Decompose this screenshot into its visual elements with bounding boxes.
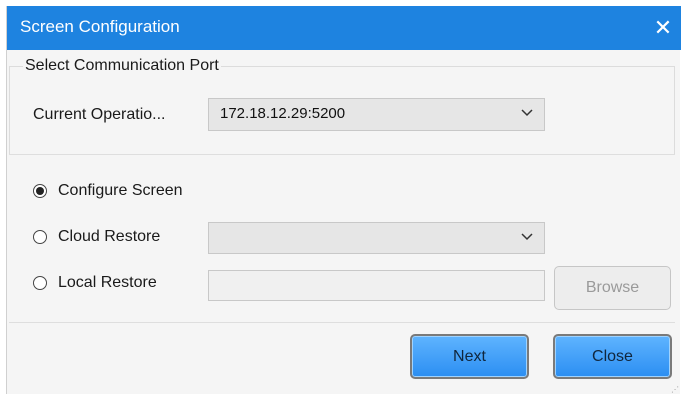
cloud-restore-label: Cloud Restore	[58, 228, 161, 245]
dialog-title: Screen Configuration	[20, 17, 180, 36]
title-bar[interactable]: Screen Configuration ✕	[7, 6, 681, 50]
screen-configuration-dialog: Screen Configuration ✕ Select Communicat…	[6, 6, 681, 394]
local-restore-label: Local Restore	[58, 274, 157, 291]
cloud-restore-radio[interactable]	[33, 230, 47, 244]
current-operation-dropdown[interactable]: 172.18.12.29:5200	[208, 98, 545, 131]
divider	[9, 322, 675, 323]
resize-grip-icon[interactable]: ⋰	[671, 385, 679, 394]
next-button[interactable]: Next	[410, 334, 529, 379]
current-operation-value: 172.18.12.29:5200	[220, 105, 346, 122]
radio-selected-dot	[36, 187, 44, 195]
close-icon[interactable]: ✕	[647, 12, 679, 44]
close-button[interactable]: Close	[553, 334, 672, 379]
group-title: Select Communication Port	[23, 57, 221, 75]
local-restore-path-field[interactable]	[208, 270, 545, 301]
cloud-restore-dropdown[interactable]	[208, 222, 545, 254]
browse-button[interactable]: Browse	[554, 266, 671, 310]
chevron-down-icon	[521, 109, 533, 117]
configure-screen-radio[interactable]	[33, 184, 47, 198]
chevron-down-icon	[521, 233, 533, 241]
local-restore-radio[interactable]	[33, 276, 47, 290]
configure-screen-label: Configure Screen	[58, 182, 183, 199]
current-operation-label: Current Operatio...	[33, 106, 166, 123]
divider	[9, 154, 675, 155]
